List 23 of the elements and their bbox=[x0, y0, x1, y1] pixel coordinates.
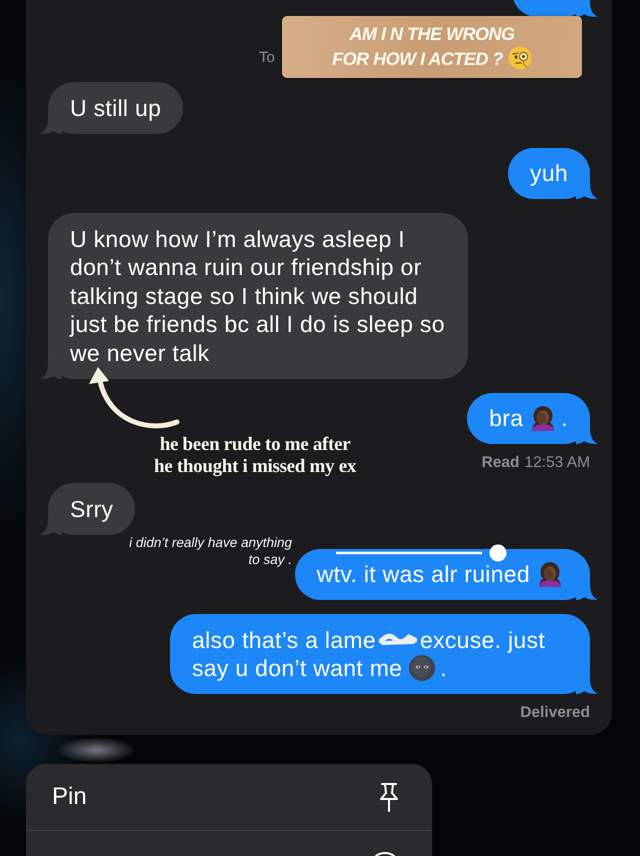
message-text: bra bbox=[489, 404, 524, 432]
message-text: . bbox=[440, 654, 447, 682]
message-text: excuse. just bbox=[420, 626, 546, 654]
facepalm-person-icon bbox=[530, 405, 556, 431]
message-text: yuh bbox=[530, 160, 568, 186]
message-text: also that’s a lame bbox=[192, 626, 376, 654]
delivery-status: Delivered bbox=[520, 704, 590, 722]
monocle-face-icon bbox=[508, 46, 532, 70]
message-text: say u don’t want me bbox=[192, 654, 402, 682]
delivery-status: Read 12:53 AM bbox=[482, 454, 590, 472]
message-text: Srry bbox=[70, 496, 114, 522]
message-text: U still up bbox=[70, 94, 162, 120]
sticker-text: AM I N THE WRONG FOR HOW I ACTED ? bbox=[332, 24, 514, 69]
message-text: wtv. it was alr ruined bbox=[316, 560, 530, 588]
moon-face-icon bbox=[409, 655, 436, 681]
message-text: U know how I’m always asleep I don’t wanna ruin our friendship or talking stage so I think we should just be friends bc all I do is sleep so we never talk bbox=[70, 226, 445, 366]
facepalm-person-icon bbox=[537, 561, 563, 587]
message-text: . bbox=[561, 404, 568, 432]
pin-icon bbox=[378, 782, 400, 812]
timestamp-text: To bbox=[259, 49, 275, 67]
annotation-text: he been rude to me after he thought i missed my ex bbox=[154, 434, 356, 478]
scribble-mark bbox=[378, 632, 417, 648]
annotation-text: i didn’t really have anything to say . bbox=[129, 534, 292, 568]
